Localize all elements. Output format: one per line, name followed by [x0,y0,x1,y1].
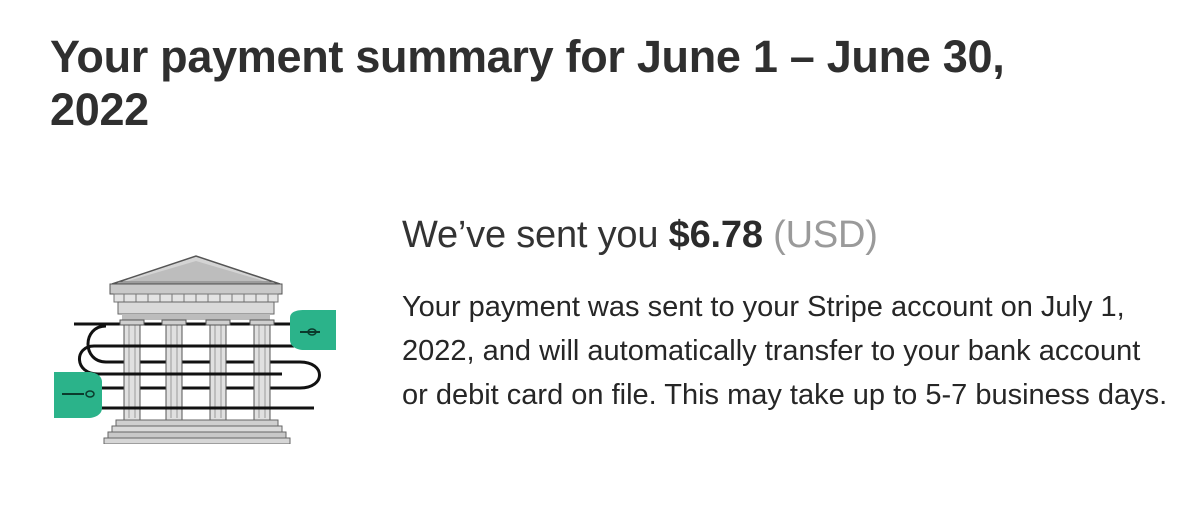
amount-value: $6.78 [668,214,763,256]
payment-description: Your payment was sent to your Stripe acc… [402,291,1168,411]
amount-sent-prefix: We’ve sent you [402,214,659,256]
currency-label: (USD) [773,214,878,256]
amount-sent-line: We’ve sent you $6.78 (USD) [402,210,878,260]
page-title: Your payment summary for June 1 – June 3… [50,31,1005,135]
bank-illustration [54,248,338,445]
payment-summary-page: Your payment summary for June 1 – June 3… [0,0,1186,518]
bank-building-icon [54,255,336,445]
